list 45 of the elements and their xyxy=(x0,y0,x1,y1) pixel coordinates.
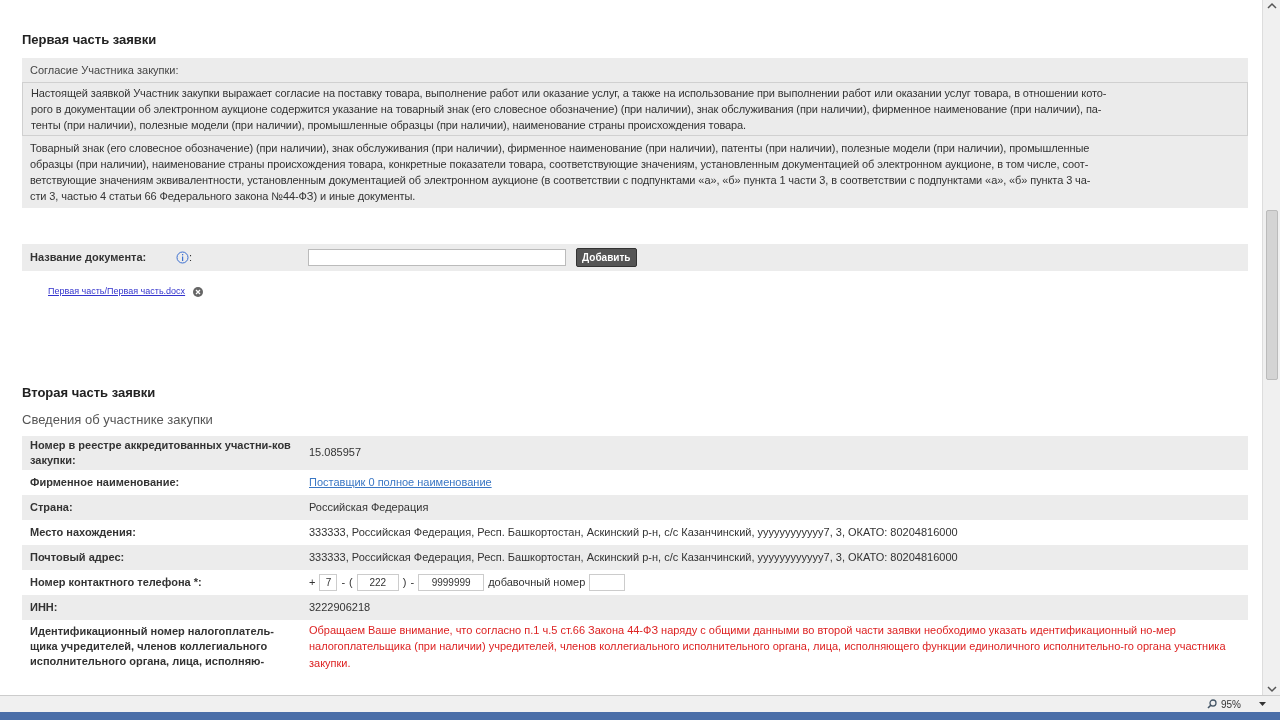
zoom-icon[interactable] xyxy=(1207,699,1217,709)
scrollbar-thumb[interactable] xyxy=(1265,210,1278,380)
extension-label: добавочный номер xyxy=(488,574,586,590)
consent-label: Согласие Участника закупки: xyxy=(30,63,179,76)
zoom-level[interactable]: 95% xyxy=(1221,696,1241,712)
documents-note: Товарный знак (его словесное обозначение) (при наличии), знак обслуживания (при наличии), фирменное наименование (при наличии), патенты (при наличии), полезные модели (при наличии), промышленные образцы (при наличии), наименование страны происхождения товара, конкретные показатели товара, соответствующие значениям, установленным документацией об электронном аукционе, в том числе, соот- ветствующие значениям эквивалентности, установленным документацией об электронном аукционе (в соответствии с подпунктами «а», «б» пункта 1 части 3, в соответствии с подпунктами «а», «б» пункта 3 ча- сти 3, частью 4 статьи 66 Федерального закона №44-ФЗ) и иные документы. xyxy=(22,136,1248,208)
bracket: ( xyxy=(349,574,353,590)
section-heading: Первая часть заявки xyxy=(22,31,158,49)
phone-number-field[interactable]: 9999999 xyxy=(418,573,485,591)
field-value: 333333, Российская Федерация, Респ. Башкортостан, Аскинский р-н, с/с Казанчинский, yyyyyyyyyyyy7, 3, ОКАТО: 80204816000 xyxy=(309,525,958,538)
area-code-field[interactable]: 222 xyxy=(356,573,399,591)
field-value: Российская Федерация xyxy=(309,500,429,513)
field-value: 333333, Российская Федерация, Респ. Башкортостан, Аскинский р-н, с/с Казанчинский, yyyyyyyyyyyy7, 3, ОКАТО: 80204816000 xyxy=(309,550,958,563)
field-label: Место нахождения: xyxy=(29,524,137,540)
field-value: 3222906218 xyxy=(309,600,371,613)
field-label: Страна: xyxy=(29,499,74,515)
attachment-link[interactable]: Первая часть/Первая часть.docx xyxy=(48,285,186,299)
consent-text: Настоящей заявкой Участник закупки выражает согласие на поставку товара, выполнение работ или оказание услуг, а также на использование при выполнении работ или оказании услуг товара, в отношении кото- рого в документации об электронном аукционе содержится указание на товарный знак (его словесное обозначение) (при наличии), знак обслуживания (при наличии), фирменное наименование (при наличии), па- тенты (при наличии), полезные модели (при наличии), промышленные образцы (при наличии), наименование страны происхождения товара. xyxy=(22,82,1248,136)
field-value: 15.085957 xyxy=(309,446,361,459)
field-label: Название документа: xyxy=(30,250,148,266)
colon-label: : xyxy=(189,250,193,266)
company-name-link[interactable]: Поставщик 0 полное наименование xyxy=(309,475,492,488)
scroll-up-icon[interactable] xyxy=(1266,2,1277,10)
warning-text: Обращаем Ваше внимание, что согласно п.1 ч.5 ст.66 Закона 44-ФЗ наряду с общими данными во второй части заявки необходимо указать идентификационный но-мер налогоплательщика (при наличии) учредителей, членов коллегиального исполнительного органа, лица, исполняющего функции единоличного исполнительно-го органа участника закупки. xyxy=(309,623,1226,669)
scrollbar[interactable] xyxy=(1262,0,1280,695)
field-label: Номер контактного телефона *: xyxy=(29,574,203,590)
country-code-field[interactable]: 7 xyxy=(319,573,338,591)
section-subheading: Сведения об участнике закупки xyxy=(22,411,214,429)
separator: - xyxy=(410,574,415,590)
add-button[interactable]: Добавить xyxy=(576,248,637,267)
info-icon[interactable] xyxy=(176,251,189,264)
field-label: Идентификационный номер налогоплатель-щика учредителей, членов коллегиального исполнительного органа, лица, исполняю- xyxy=(29,623,275,669)
caret-icon[interactable] xyxy=(1259,702,1266,706)
field-label: Почтовый адрес: xyxy=(29,549,126,565)
document-name-field[interactable] xyxy=(308,249,567,266)
bracket: ) xyxy=(402,574,407,590)
separator: - xyxy=(341,574,346,590)
field-label: Фирменное наименование: xyxy=(29,474,181,490)
extension-field[interactable] xyxy=(589,573,626,591)
remove-icon[interactable] xyxy=(193,286,204,297)
section-heading: Вторая часть заявки xyxy=(22,383,157,402)
field-label: Номер в реестре аккредитованных участни-ков закупки: xyxy=(29,437,292,468)
plus-label: + xyxy=(309,574,316,590)
scroll-down-icon[interactable] xyxy=(1266,685,1277,693)
field-label: ИНН: xyxy=(29,599,59,615)
